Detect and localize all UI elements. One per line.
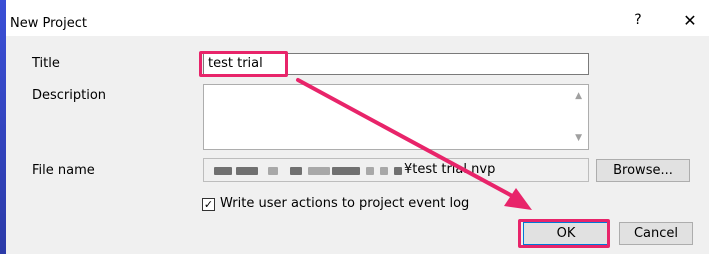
annotation-arrow-icon	[296, 78, 532, 210]
